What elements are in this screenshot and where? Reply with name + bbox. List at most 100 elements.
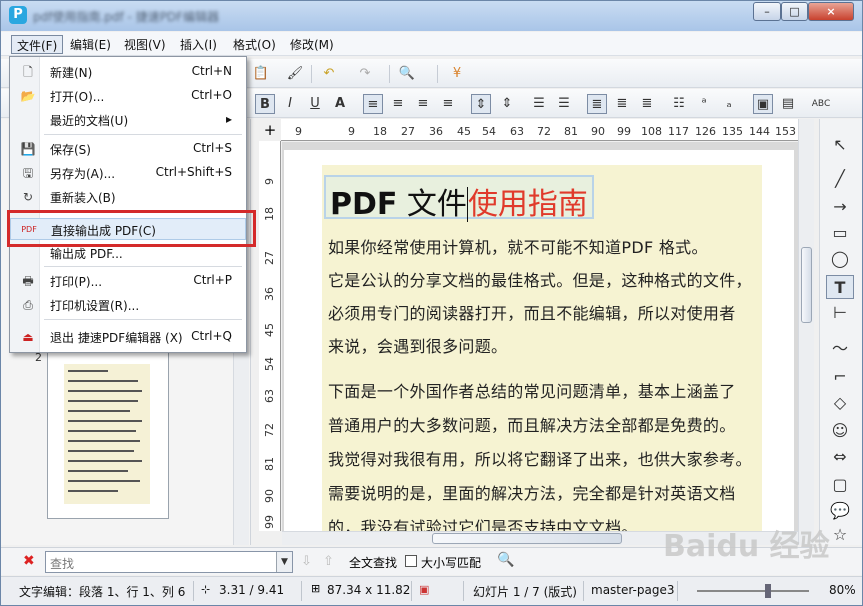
autofit-icon[interactable]: ▤ [778,94,798,114]
paste-icon[interactable]: 📋 [251,64,271,84]
ruler-tick: 72 [263,423,276,437]
text-frame-icon[interactable]: ▣ [753,94,773,114]
menu-item-reload[interactable]: ↻ 重新装入(B) [10,186,246,208]
undo-icon[interactable]: ↶ [319,64,339,84]
document-title[interactable]: PDF 文件使用指南 [324,175,594,222]
menu-item-print[interactable]: 🖶 打印(P)... Ctrl+P [10,270,246,292]
ellipse-tool-icon[interactable]: ◯ [826,247,854,271]
line-spacing-icon[interactable]: ⇕ [471,94,491,114]
paragraph-line[interactable]: 需要说明的是，里面的解决方法，完全都是针对英语文档 [328,480,736,504]
document-page[interactable]: PDF 文件使用指南 如果你经常使用计算机，就不可能不知道PDF 格式。 它是公… [284,150,794,531]
list-icon[interactable]: ☰ [529,94,549,114]
vertical-text-icon[interactable]: ⊢ [826,301,854,325]
stars-icon[interactable]: ☆ [826,523,854,547]
find-previous-icon[interactable]: ⇩ [301,554,312,569]
numbered-list-icon[interactable]: ☰ [554,94,574,114]
menu-item-open[interactable]: 📂 打开(O)... Ctrl+O [10,85,246,107]
match-case-checkbox[interactable] [405,555,417,567]
justify-icon[interactable]: ≡ [438,94,458,114]
underline-icon[interactable]: U [305,94,325,114]
paragraph-line[interactable]: 下面是一个外国作者总结的常见问题清单，基本上涵盖了 [328,378,736,402]
paragraph-line[interactable]: 如果你经常使用计算机，就不可能不知道PDF 格式。 [328,234,708,258]
new-file-icon: 🗋 [23,65,33,79]
line-tool-icon[interactable]: ╱ [826,167,854,191]
paragraph-line[interactable]: 来说，会遇到很多问题。 [328,333,507,357]
document-scroll-thumb[interactable] [801,247,812,323]
ruler-tick: 99 [263,515,276,529]
ruler-tick: 153 [775,125,796,138]
text-bottom-icon[interactable]: ≣ [637,94,657,114]
menu-item-save-as[interactable]: 🖫 另存为(A)... Ctrl+Shift+S [10,162,246,184]
zoom-slider[interactable] [697,590,809,592]
symbol-shapes-icon[interactable]: ☺ [826,419,854,443]
menu-modify[interactable]: 修改(M) [285,35,339,54]
paragraph-line[interactable]: 它是公认的分享文档的最佳格式。但是，这种格式的文件， [328,267,752,291]
paragraph-line[interactable]: 的，我没有试验过它们是否支持中文文档。 [328,514,638,531]
horizontal-scroll-thumb[interactable] [432,533,622,544]
menu-item-save[interactable]: 💾 保存(S) Ctrl+S [10,138,246,160]
full-text-search-label[interactable]: 全文查找 [349,554,397,571]
ruler-tick: 54 [482,125,496,138]
text-top-icon[interactable]: ≣ [587,94,607,114]
menu-item-new[interactable]: 🗋 新建(N) Ctrl+N [10,61,246,83]
menu-separator [44,266,242,267]
document-canvas[interactable]: PDF 文件使用指南 如果你经常使用计算机，就不可能不知道PDF 格式。 它是公… [282,142,798,531]
connector-tool-icon[interactable]: ⌐ [826,365,854,389]
minimize-button[interactable]: – [753,2,781,21]
format-brush-icon[interactable]: 🖌 [285,64,305,84]
flowchart-icon[interactable]: ▢ [826,473,854,497]
paragraph-line[interactable]: 必须用专门的阅读器打开，而且不能编辑，所以对使用者 [328,300,736,324]
superscript-icon[interactable]: ᵃ [694,94,714,114]
align-center-icon[interactable]: ≡ [388,94,408,114]
menu-item-recent[interactable]: 最近的文档(U) ▸ [10,109,246,131]
paragraph-spacing-icon[interactable]: ⇕ [497,94,517,114]
purchase-icon[interactable]: ¥ [447,64,467,84]
status-separator [411,581,412,601]
subscript-icon[interactable]: ₐ [719,94,739,114]
menu-item-printer-settings[interactable]: ⎙ 打印机设置(R)... [10,294,246,316]
paragraph-line[interactable]: 我觉得对我很有用，所以将它翻译了出来，也供大家参考。 [328,446,752,470]
menu-file[interactable]: 文件(F) [11,35,64,54]
document-scrollbar[interactable] [798,119,814,545]
ruler-tick: 27 [263,251,276,265]
menu-item-shortcut: Ctrl+O [191,88,232,102]
page-thumbnail[interactable] [47,351,169,519]
zoom-slider-handle[interactable] [765,584,771,598]
ruler-corner-icon[interactable]: + [259,119,281,141]
align-left-icon[interactable]: ≡ [363,94,383,114]
spellcheck-icon[interactable]: ABC [811,94,831,114]
basic-shapes-icon[interactable]: ◇ [826,391,854,415]
zoom-icon[interactable]: 🔍 [397,64,417,84]
redo-icon[interactable]: ↷ [355,64,375,84]
find-replace-icon[interactable]: 🔍 [497,552,514,568]
italic-icon[interactable]: I [280,94,300,114]
ruler-tick: 9 [348,125,355,138]
shadow-text-icon[interactable]: A [330,94,350,114]
rectangle-tool-icon[interactable]: ▭ [826,221,854,245]
menu-edit[interactable]: 编辑(E) [65,35,116,54]
select-arrow-icon[interactable]: ↖ [826,133,854,157]
status-size: 87.34 x 11.82 [327,583,411,597]
text-tool-icon[interactable]: T [826,275,854,299]
find-next-icon[interactable]: ⇧ [323,554,334,569]
maximize-button[interactable]: □ [781,2,808,21]
arrow-tool-icon[interactable]: → [826,195,854,219]
menu-view[interactable]: 视图(V) [119,35,171,54]
block-arrows-icon[interactable]: ⇔ [826,445,854,469]
search-dropdown-icon[interactable]: ▼ [276,552,292,572]
menu-insert[interactable]: 插入(I) [175,35,222,54]
close-button[interactable]: × [808,2,854,21]
window-title: pdf使用指南.pdf - 捷速PDF编辑器 [33,10,220,24]
bullet-list-icon[interactable]: ☷ [669,94,689,114]
curve-tool-icon[interactable]: 〜 [826,337,854,361]
callout-icon[interactable]: 💬 [826,499,854,523]
text-middle-icon[interactable]: ≣ [612,94,632,114]
search-input[interactable]: 查找 ▼ [45,551,293,573]
close-find-icon[interactable]: ✖ [23,553,35,569]
menu-item-exit[interactable]: ⏏ 退出 捷速PDF编辑器 (X) Ctrl+Q [10,326,246,348]
thumbnail-line [68,490,118,492]
menu-format[interactable]: 格式(O) [228,35,281,54]
align-right-icon[interactable]: ≡ [413,94,433,114]
paragraph-line[interactable]: 普通用户的大多数问题，而且解决方法全部都是免费的。 [328,412,736,436]
bold-icon[interactable]: B [255,94,275,114]
